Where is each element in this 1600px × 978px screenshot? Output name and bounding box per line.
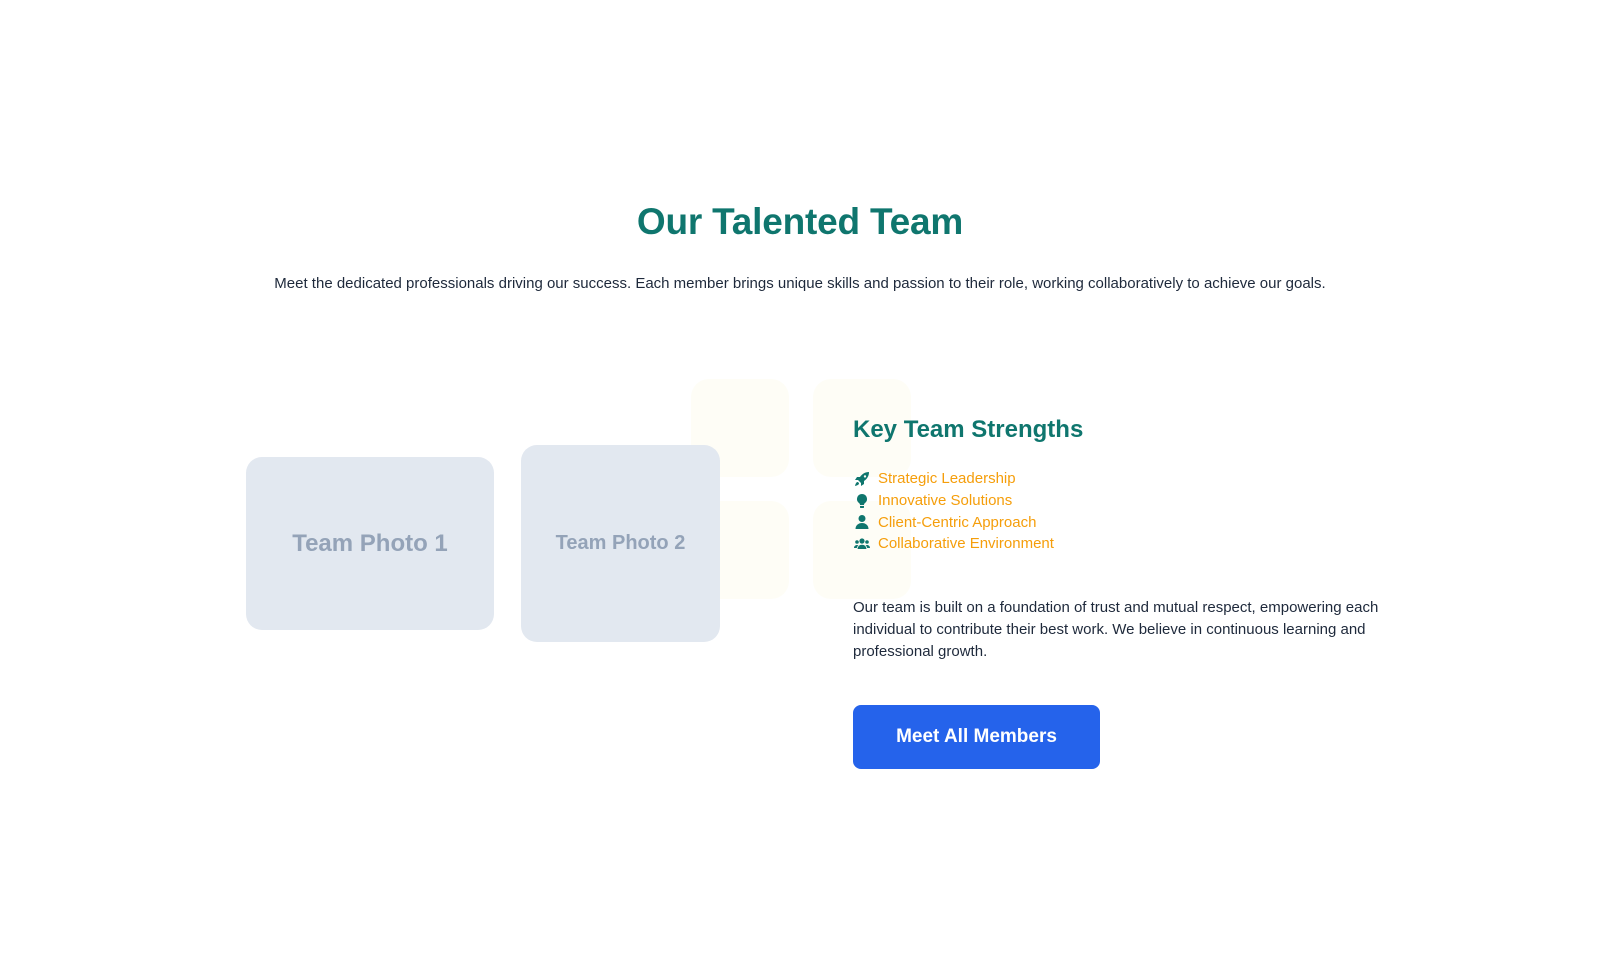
- strength-list: Strategic Leadership Innovative Solution…: [853, 468, 1054, 555]
- team-photo-1: Team Photo 1: [246, 457, 494, 630]
- lightbulb-icon: [853, 492, 870, 509]
- strength-item: Innovative Solutions: [853, 490, 1054, 512]
- team-photo-label: Team Photo 1: [292, 529, 448, 557]
- strengths-title: Key Team Strengths: [853, 416, 1084, 443]
- meet-all-members-button[interactable]: Meet All Members: [853, 705, 1100, 769]
- section-title: Our Talented Team: [636, 201, 964, 242]
- rocket-icon: [853, 470, 870, 487]
- team-section: Our Talented Team Meet the dedicated pro…: [0, 0, 1600, 978]
- team-photo-2: Team Photo 2: [521, 445, 720, 642]
- strength-item: Strategic Leadership: [853, 468, 1054, 490]
- team-description: Our team is built on a foundation of tru…: [853, 599, 1379, 660]
- users-icon: [853, 535, 870, 552]
- strength-label: Innovative Solutions: [878, 492, 1013, 510]
- strength-item: Client-Centric Approach: [853, 511, 1054, 533]
- user-icon: [853, 514, 870, 531]
- section-intro: Meet the dedicated professionals driving…: [274, 275, 1326, 292]
- strength-label: Strategic Leadership: [878, 470, 1016, 488]
- strength-item: Collaborative Environment: [853, 533, 1054, 555]
- strength-label: Collaborative Environment: [878, 535, 1054, 553]
- strength-label: Client-Centric Approach: [878, 513, 1037, 531]
- team-photo-label: Team Photo 2: [555, 532, 686, 554]
